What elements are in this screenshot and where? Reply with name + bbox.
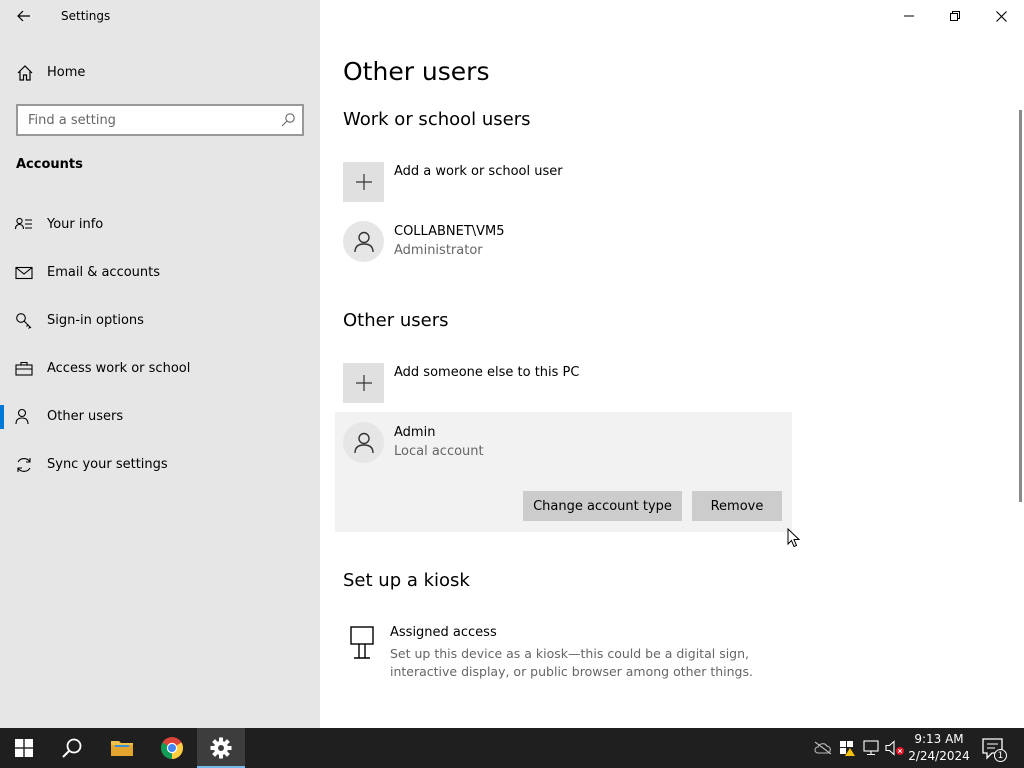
sidebar-item-access-work[interactable]: Access work or school xyxy=(0,349,320,389)
taskbar-search-button[interactable] xyxy=(48,728,96,768)
home-icon xyxy=(17,65,33,81)
person-icon xyxy=(353,432,374,453)
start-button[interactable] xyxy=(0,728,48,768)
sidebar-item-home[interactable]: Home xyxy=(0,57,320,89)
sync-icon xyxy=(17,458,31,472)
other-users-heading: Other users xyxy=(343,310,449,331)
sidebar-item-sign-in-options[interactable]: Sign-in options xyxy=(0,301,320,341)
settings-taskbar-button[interactable] xyxy=(197,728,245,768)
clock-time: 9:13 AM xyxy=(914,732,964,746)
add-other-user-tile[interactable] xyxy=(343,363,384,403)
sidebar-item-label: Email & accounts xyxy=(47,265,161,280)
taskbar-clock[interactable]: 9:13 AM 2/24/2024 xyxy=(906,731,972,765)
assigned-access-description: Set up this device as a kiosk—this could… xyxy=(390,646,753,679)
person-icon xyxy=(353,231,374,252)
work-user-name[interactable]: COLLABNET\VM5 xyxy=(394,224,505,239)
sidebar: Settings Home Accounts Your info Email &… xyxy=(0,0,320,728)
sidebar-item-label: Sync your settings xyxy=(47,457,168,472)
key-icon xyxy=(16,313,32,329)
assigned-access-link[interactable]: Assigned access xyxy=(390,625,497,640)
sidebar-item-your-info[interactable]: Your info xyxy=(0,205,320,245)
other-user-name[interactable]: Admin xyxy=(394,425,435,440)
windows-logo-icon xyxy=(15,739,33,757)
folder-icon xyxy=(111,741,133,756)
mail-icon xyxy=(15,266,33,280)
other-user-role: Local account xyxy=(394,444,484,459)
sidebar-item-label: Home xyxy=(47,65,86,80)
network-icon xyxy=(863,740,879,756)
notification-count-badge: 1 xyxy=(994,749,1007,762)
taskbar: 9:13 AM 2/24/2024 1 xyxy=(0,728,1024,768)
sidebar-item-label: Your info xyxy=(47,217,104,232)
person-icon xyxy=(15,408,29,425)
search-box xyxy=(16,104,304,136)
sidebar-item-label: Access work or school xyxy=(47,361,191,376)
search-icon[interactable] xyxy=(280,112,296,128)
briefcase-icon xyxy=(15,361,33,376)
avatar xyxy=(343,422,384,463)
add-other-user-link[interactable]: Add someone else to this PC xyxy=(394,365,579,380)
volume-tray[interactable] xyxy=(885,738,905,758)
section-label: Accounts xyxy=(16,157,83,172)
cloud-offline-icon xyxy=(814,741,832,755)
change-account-type-button[interactable]: Change account type xyxy=(523,491,682,521)
mouse-cursor-icon xyxy=(787,528,801,548)
back-arrow-icon xyxy=(17,10,30,22)
sidebar-item-email-accounts[interactable]: Email & accounts xyxy=(0,253,320,293)
plus-icon xyxy=(355,174,372,190)
app-title: Settings xyxy=(61,9,111,23)
page-title: Other users xyxy=(343,57,490,86)
add-work-user-tile[interactable] xyxy=(343,162,384,202)
file-explorer-button[interactable] xyxy=(98,728,146,768)
search-input[interactable] xyxy=(18,106,274,134)
main-content: Other users Work or school users Add a w… xyxy=(320,0,1024,728)
scrollbar[interactable] xyxy=(1019,110,1022,502)
back-button[interactable] xyxy=(10,4,38,28)
avatar xyxy=(343,221,384,262)
sidebar-item-other-users[interactable]: Other users xyxy=(0,397,320,437)
work-user-role: Administrator xyxy=(394,243,483,258)
person-card-icon xyxy=(15,217,32,230)
sidebar-item-label: Other users xyxy=(47,409,124,424)
volume-muted-icon xyxy=(885,740,904,756)
chrome-button[interactable] xyxy=(148,728,196,768)
plus-icon xyxy=(355,375,372,391)
network-offline-tray[interactable] xyxy=(813,738,833,758)
remove-button[interactable]: Remove xyxy=(692,491,782,521)
sidebar-item-label: Sign-in options xyxy=(47,313,144,328)
security-tray[interactable] xyxy=(837,738,857,758)
search-icon xyxy=(62,738,82,758)
kiosk-heading: Set up a kiosk xyxy=(343,570,470,591)
network-tray[interactable] xyxy=(861,738,881,758)
clock-date: 2/24/2024 xyxy=(908,749,970,763)
work-school-heading: Work or school users xyxy=(343,109,531,130)
gear-icon xyxy=(210,737,232,759)
chrome-icon xyxy=(161,737,183,759)
shield-warning-icon xyxy=(840,741,855,756)
add-work-user-link[interactable]: Add a work or school user xyxy=(394,164,563,179)
sidebar-item-sync-settings[interactable]: Sync your settings xyxy=(0,445,320,485)
kiosk-icon xyxy=(350,626,374,659)
